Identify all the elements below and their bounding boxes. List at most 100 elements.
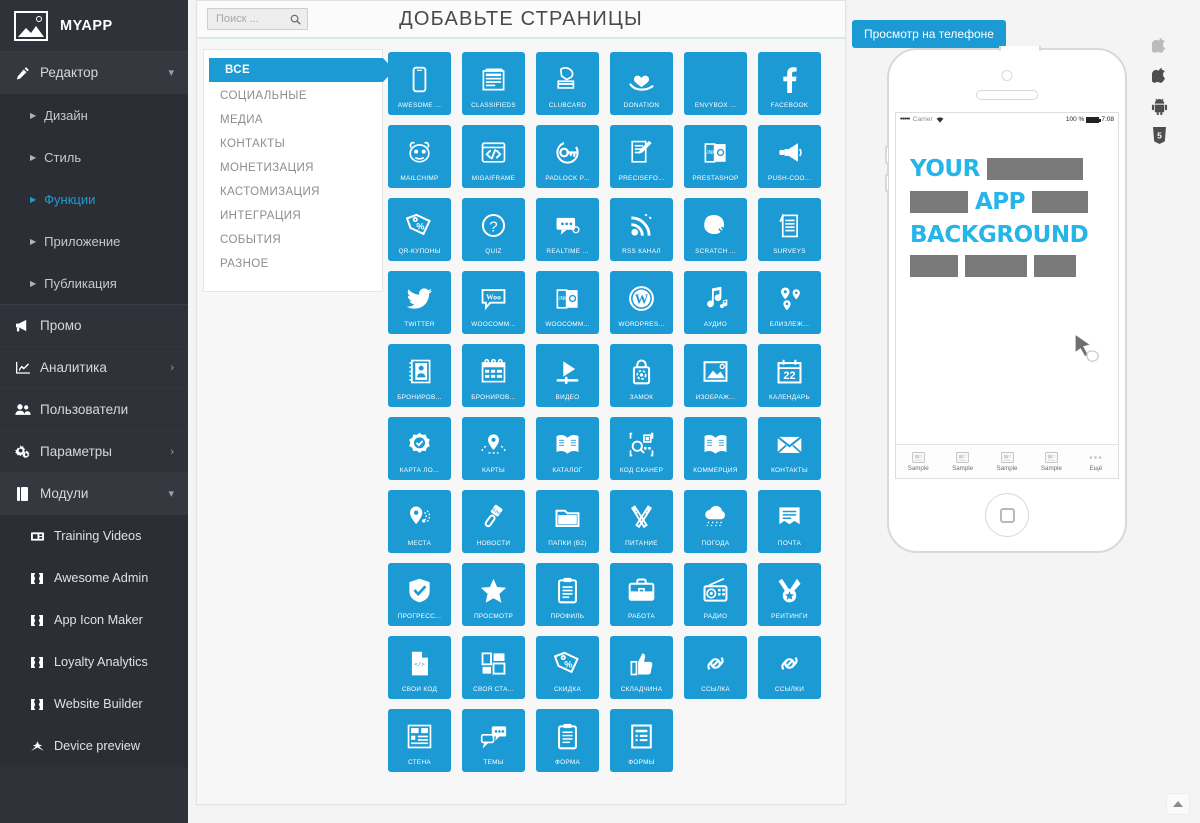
page-tile[interactable]: ФОРМА	[536, 709, 599, 772]
page-tile[interactable]: 22 КАЛЕНДАРЬ	[758, 344, 821, 407]
page-tile[interactable]: КОММЕРЦИЯ	[684, 417, 747, 480]
page-tile[interactable]: </> СВОЙ КОД	[388, 636, 451, 699]
phone-tab-sample-1[interactable]: Sample	[896, 451, 940, 472]
page-tile[interactable]: РАБОТА	[610, 563, 673, 626]
page-tile[interactable]: PRECISEFO...	[610, 125, 673, 188]
page-tile[interactable]: ТЕМЫ	[462, 709, 525, 772]
page-tile[interactable]: ВИДЕО	[536, 344, 599, 407]
sidebar-module-awesome-admin[interactable]: Awesome Admin	[0, 557, 188, 599]
page-tile[interactable]: АУДИО	[684, 271, 747, 334]
scroll-to-top-button[interactable]	[1166, 793, 1190, 815]
category-item-media[interactable]: МЕДИА	[204, 109, 382, 131]
page-tile[interactable]: СТЕНА	[388, 709, 451, 772]
phone-tab-sample-3[interactable]: Sample	[985, 451, 1029, 472]
page-tile[interactable]: КАРТА ЛО...	[388, 417, 451, 480]
page-tile[interactable]: ПРОСМОТР	[462, 563, 525, 626]
page-tile[interactable]: РЕЙТИНГИ	[758, 563, 821, 626]
phone-tab-sample-2[interactable]: Sample	[940, 451, 984, 472]
page-tile[interactable]: TWITTER	[388, 271, 451, 334]
sidebar-item-analytics[interactable]: Аналитика ›	[0, 347, 188, 389]
sidebar-subitem-publication[interactable]: ▶ Публикация	[0, 262, 188, 304]
page-tile[interactable]: КАТАЛОГ	[536, 417, 599, 480]
category-item-integration[interactable]: ИНТЕГРАЦИЯ	[204, 205, 382, 227]
page-tile[interactable]: ПАПКИ (B2)	[536, 490, 599, 553]
page-tile[interactable]: БЛИЗЛЕЖ...	[758, 271, 821, 334]
page-tile[interactable]: RSS КАНАЛ	[610, 198, 673, 261]
page-tile[interactable]: ПОГОДА	[684, 490, 747, 553]
sidebar-item-parameters[interactable]: Параметры ›	[0, 431, 188, 473]
phone-tab-more[interactable]: Ещё	[1074, 452, 1118, 472]
page-tile[interactable]: LINK WOOCOMM...	[536, 271, 599, 334]
sidebar-item-promo[interactable]: Промо	[0, 305, 188, 347]
phone-home-button[interactable]	[985, 493, 1029, 537]
apple-icon-light[interactable]	[1151, 38, 1168, 56]
page-tile[interactable]: AWESOME ...	[388, 52, 451, 115]
apple-icon-dark[interactable]	[1151, 68, 1168, 86]
page-tile[interactable]: ССЫЛКА	[684, 636, 747, 699]
page-tile[interactable]: ENVYBOX ...	[684, 52, 747, 115]
page-tile[interactable]: W WORDPRES...	[610, 271, 673, 334]
sidebar-subitem-functions[interactable]: ▶ Функции	[0, 178, 188, 220]
page-tile[interactable]: SURVEYS	[758, 198, 821, 261]
search-icon[interactable]	[290, 14, 301, 25]
page-tile[interactable]: Woo WOOCOMM...	[462, 271, 525, 334]
page-tile[interactable]: МЕСТА	[388, 490, 451, 553]
page-tile[interactable]: ПРОФИЛЬ	[536, 563, 599, 626]
search-box[interactable]	[207, 8, 308, 30]
page-tile[interactable]: КОНТАКТЫ	[758, 417, 821, 480]
phone-tab-sample-4[interactable]: Sample	[1029, 451, 1073, 472]
page-tile[interactable]: СКЛАДЧИНА	[610, 636, 673, 699]
sidebar-item-modules[interactable]: Модули ▾	[0, 473, 188, 515]
category-item-all[interactable]: ВСЕ	[209, 58, 394, 82]
sidebar-subitem-application[interactable]: ▶ Приложение	[0, 220, 188, 262]
page-tile[interactable]: БРОНИРОВ...	[388, 344, 451, 407]
page-tile[interactable]: PADLOCK P...	[536, 125, 599, 188]
page-tile[interactable]: MIGAIFRAME	[462, 125, 525, 188]
page-tile[interactable]: PUSH-COO...	[758, 125, 821, 188]
page-tile[interactable]: ПРОГРЕСС...	[388, 563, 451, 626]
android-icon[interactable]	[1151, 98, 1168, 115]
page-tile[interactable]: КОД СКАНЕР	[610, 417, 673, 480]
category-item-social[interactable]: СОЦИАЛЬНЫЕ	[204, 85, 382, 107]
page-tile[interactable]: РАДИО	[684, 563, 747, 626]
sidebar-subitem-style[interactable]: ▶ Стиль	[0, 136, 188, 178]
sidebar-subitem-design[interactable]: ▶ Дизайн	[0, 94, 188, 136]
sidebar-item-editor[interactable]: Редактор ▾	[0, 52, 188, 94]
page-tile[interactable]: ? QUIZ	[462, 198, 525, 261]
page-tile[interactable]: DONATION	[610, 52, 673, 115]
page-tile[interactable]: SCRATCH ...	[684, 198, 747, 261]
page-tile[interactable]: CLASSIFIEDS	[462, 52, 525, 115]
page-tile[interactable]: CLUBCARD	[536, 52, 599, 115]
sidebar-module-device-preview[interactable]: Device preview	[0, 725, 188, 767]
sidebar-module-loyalty-analytics[interactable]: Loyalty Analytics	[0, 641, 188, 683]
page-tile[interactable]: СВОЯ СТА...	[462, 636, 525, 699]
page-tile[interactable]: ССЫЛКИ	[758, 636, 821, 699]
page-tile[interactable]: % СКИДКА	[536, 636, 599, 699]
page-tile[interactable]: LINK PRESTASHOP	[684, 125, 747, 188]
sidebar-module-app-icon-maker[interactable]: App Icon Maker	[0, 599, 188, 641]
page-tile[interactable]: ПИТАНИЕ	[610, 490, 673, 553]
page-tile[interactable]: ИЗОБРАЖ...	[684, 344, 747, 407]
search-input[interactable]	[214, 12, 290, 26]
category-item-contacts[interactable]: КОНТАКТЫ	[204, 133, 382, 155]
page-tile[interactable]: MAILCHIMP	[388, 125, 451, 188]
page-tile[interactable]: КАРТЫ	[462, 417, 525, 480]
brand-header[interactable]: MYAPP	[0, 0, 188, 52]
page-tile[interactable]: ЗАМОК	[610, 344, 673, 407]
sidebar-module-website-builder[interactable]: Website Builder	[0, 683, 188, 725]
category-item-customization[interactable]: КАСТОМИЗАЦИЯ	[204, 181, 382, 203]
category-item-events[interactable]: СОБЫТИЯ	[204, 229, 382, 251]
page-tile[interactable]: REALTIME ...	[536, 198, 599, 261]
sidebar-module-training-videos[interactable]: Training Videos	[0, 515, 188, 557]
page-tile[interactable]: NEWS НОВОСТИ	[462, 490, 525, 553]
category-item-misc[interactable]: РАЗНОЕ	[204, 253, 382, 275]
page-tile[interactable]: ФОРМЫ	[610, 709, 673, 772]
page-tile[interactable]: FACEBOOK	[758, 52, 821, 115]
page-tile[interactable]: БРОНИРОВ...	[462, 344, 525, 407]
page-tile[interactable]: % QR-КУПОНЫ	[388, 198, 451, 261]
category-item-monetization[interactable]: МОНЕТИЗАЦИЯ	[204, 157, 382, 179]
html5-icon[interactable]: 5	[1152, 127, 1167, 144]
page-tile[interactable]: ПОЧТА	[758, 490, 821, 553]
sidebar-item-users[interactable]: Пользователи	[0, 389, 188, 431]
preview-on-phone-button[interactable]: Просмотр на телефоне	[852, 20, 1006, 48]
